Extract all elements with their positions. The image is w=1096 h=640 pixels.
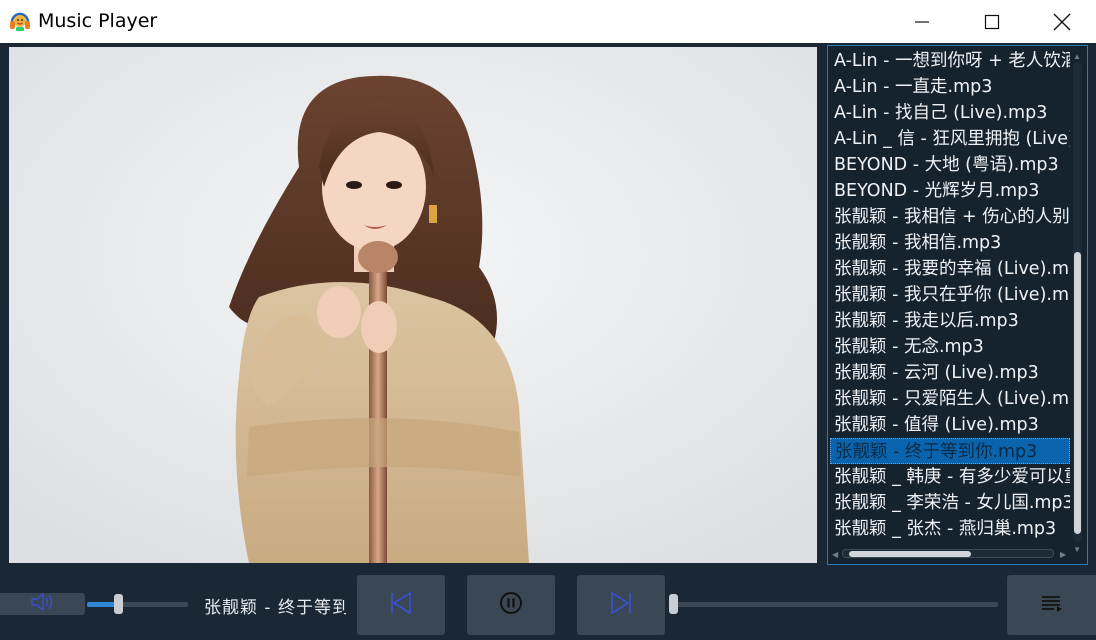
volume-slider-handle[interactable]: [114, 594, 123, 614]
progress-slider[interactable]: [675, 602, 998, 607]
close-icon: [1053, 13, 1071, 31]
pause-icon: [499, 591, 523, 620]
window-title: Music Player: [38, 10, 158, 32]
scroll-down-arrow-icon[interactable]: ▼: [1073, 545, 1081, 554]
playlist-icon: [1040, 593, 1064, 618]
maximize-icon: [984, 14, 1000, 30]
vertical-scrollbar[interactable]: [1073, 62, 1082, 542]
list-item[interactable]: A-Lin _ 信 - 狂风里拥抱 (Live).mp3: [830, 126, 1070, 152]
list-item[interactable]: 张靓颖 - 我只在乎你 (Live).mp3: [830, 282, 1070, 308]
mute-button[interactable]: [0, 592, 85, 616]
volume-slider[interactable]: [87, 602, 188, 607]
list-item[interactable]: 张靓颖 _ 张杰 - 燕归巢.mp3: [830, 516, 1070, 542]
list-item[interactable]: A-Lin - 一直走.mp3: [830, 74, 1070, 100]
list-item[interactable]: BEYOND - 大地 (粤语).mp3: [830, 152, 1070, 178]
playlist-toggle-button[interactable]: [1007, 575, 1096, 635]
list-item[interactable]: A-Lin - 一想到你呀 + 老人饮酒: [830, 48, 1070, 74]
horizontal-scrollbar[interactable]: [842, 549, 1054, 558]
list-item[interactable]: 张靓颖 - 我相信 + 伤心的人别听慢歌: [830, 204, 1070, 230]
vertical-scroll-thumb[interactable]: [1074, 252, 1081, 534]
volume-icon: [30, 592, 56, 616]
minimize-icon: [914, 14, 930, 30]
list-item[interactable]: 张靓颖 - 我走以后.mp3: [830, 308, 1070, 334]
scroll-left-arrow-icon[interactable]: ◀: [832, 550, 838, 559]
skip-next-icon: [609, 590, 633, 621]
progress-slider-handle[interactable]: [669, 594, 678, 614]
list-item[interactable]: 张靓颖 - 只爱陌生人 (Live).mp3: [830, 386, 1070, 412]
now-playing-label: 张靓颖 - 终于等到你: [204, 598, 346, 615]
scroll-up-arrow-icon[interactable]: ▲: [1073, 52, 1081, 61]
list-item[interactable]: BEYOND - 光辉岁月.mp3: [830, 178, 1070, 204]
list-item[interactable]: 张靓颖 _ 韩庚 - 有多少爱可以重来: [830, 464, 1070, 490]
headphones-icon: [8, 9, 32, 33]
title-bar: Music Player: [0, 0, 1096, 43]
scroll-right-arrow-icon[interactable]: ▶: [1060, 550, 1066, 559]
list-item-selected[interactable]: 张靓颖 - 终于等到你.mp3: [830, 438, 1070, 464]
list-item[interactable]: A-Lin - 找自己 (Live).mp3: [830, 100, 1070, 126]
singer-photo: [9, 47, 817, 563]
horizontal-scroll-thumb[interactable]: [849, 551, 971, 557]
list-item[interactable]: 张靓颖 - 无念.mp3: [830, 334, 1070, 360]
list-item[interactable]: 张靓颖 - 值得 (Live).mp3: [830, 412, 1070, 438]
list-item[interactable]: 张靓颖 _ 李荣浩 - 女儿国.mp3: [830, 490, 1070, 516]
pause-button[interactable]: [467, 575, 555, 635]
list-item[interactable]: 张靓颖 - 我要的幸福 (Live).mp3: [830, 256, 1070, 282]
list-item[interactable]: 张靓颖 - 我相信.mp3: [830, 230, 1070, 256]
previous-button[interactable]: [357, 575, 445, 635]
volume-level-fill: [87, 602, 118, 607]
minimize-button[interactable]: [887, 0, 957, 43]
playlist-panel[interactable]: A-Lin - 一想到你呀 + 老人饮酒 A-Lin - 一直走.mp3 A-L…: [827, 45, 1088, 565]
close-button[interactable]: [1027, 0, 1096, 43]
playlist-list: A-Lin - 一想到你呀 + 老人饮酒 A-Lin - 一直走.mp3 A-L…: [830, 48, 1070, 542]
maximize-button[interactable]: [957, 0, 1027, 43]
list-item[interactable]: 张靓颖 - 云河 (Live).mp3: [830, 360, 1070, 386]
next-button[interactable]: [577, 575, 665, 635]
album-art: [9, 47, 817, 563]
skip-previous-icon: [389, 590, 413, 621]
